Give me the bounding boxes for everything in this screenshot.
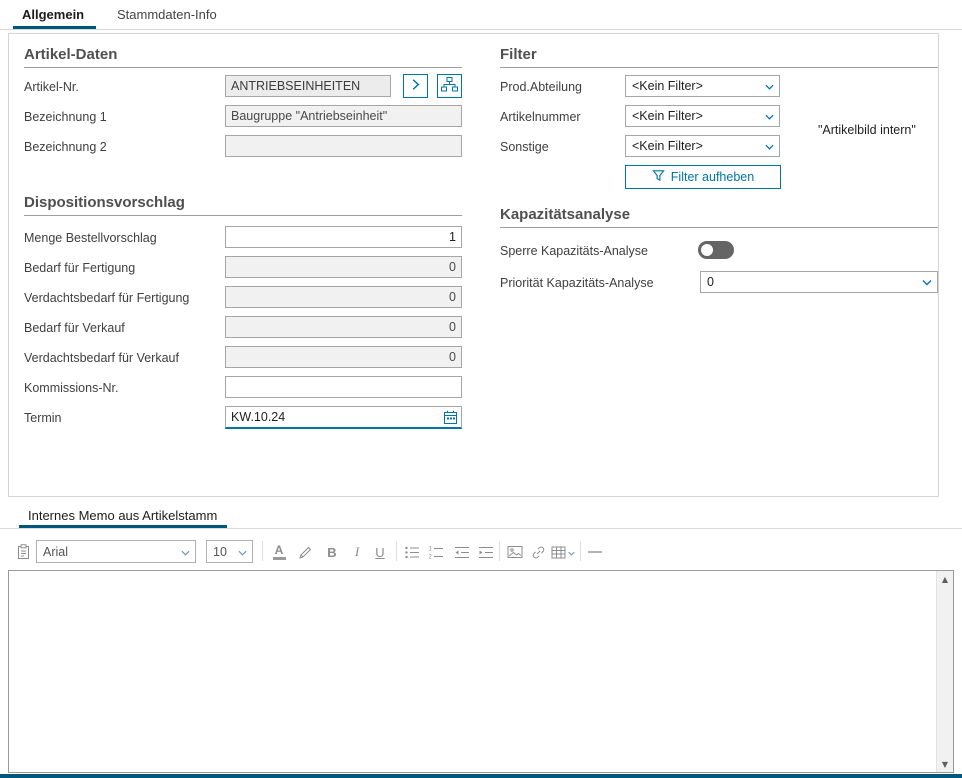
font-color-icon[interactable]: A [268,541,290,563]
toolbar-separator [396,541,397,561]
section-title-disposition: Dispositionsvorschlag [24,194,185,211]
section-title-artikel-daten: Artikel-Daten [24,46,117,63]
highlight-pencil-icon[interactable] [294,541,316,563]
application-window: Allgemein Stammdaten-Info Artikel-Daten … [0,0,962,778]
chevron-down-icon [765,109,774,123]
memo-divider [0,528,962,529]
tabbar-divider [0,29,962,30]
bold-icon[interactable]: B [321,541,343,563]
verdachtsbedarf-verkauf-label: Verdachtsbedarf für Verkauf [24,351,179,365]
bedarf-fertigung-label: Bedarf für Fertigung [24,261,135,275]
prod-abteilung-select[interactable]: <Kein Filter> [625,75,780,97]
horizontal-rule-icon[interactable] [584,541,606,563]
section-rule [500,67,938,68]
bedarf-verkauf-input[interactable] [225,316,462,338]
svg-text:1: 1 [429,546,433,552]
section-title-kapazitaet: Kapazitätsanalyse [500,206,630,223]
prioritaet-value: 0 [707,275,714,289]
section-rule [500,227,938,228]
toolbar-separator [262,541,263,561]
font-size-value: 10 [213,545,227,559]
toolbar-separator [580,541,581,561]
toggle-knob [701,244,713,256]
calendar-icon[interactable] [443,410,458,430]
tab-stammdaten-info[interactable]: Stammdaten-Info [117,7,217,22]
termin-label: Termin [24,411,62,425]
paste-icon[interactable] [12,541,34,563]
bedarf-verkauf-label: Bedarf für Verkauf [24,321,125,335]
chevron-down-icon [238,545,247,559]
verdachtsbedarf-verkauf-input[interactable] [225,346,462,368]
svg-text:2: 2 [429,554,433,560]
artikelnummer-label: Artikelnummer [500,110,581,124]
prod-abteilung-label: Prod.Abteilung [500,80,582,94]
chevron-down-icon [568,543,575,561]
prod-abteilung-value: <Kein Filter> [632,79,703,93]
structure-button[interactable] [437,74,462,98]
font-family-select[interactable]: Arial [36,540,196,563]
toolbar-separator [499,541,500,561]
verdachtsbedarf-fertigung-label: Verdachtsbedarf für Fertigung [24,291,189,305]
memo-editor[interactable] [8,570,954,773]
underline-icon[interactable]: U [369,541,391,563]
scroll-up-arrow[interactable]: ▲ [937,571,953,587]
menge-bestellvorschlag-input[interactable] [225,226,462,248]
artikel-nr-label: Artikel-Nr. [24,80,79,94]
bezeichnung2-input[interactable] [225,135,462,157]
image-icon[interactable] [504,541,526,563]
bedarf-fertigung-input[interactable] [225,256,462,278]
prioritaet-kapazitaets-analyse-label: Priorität Kapazitäts-Analyse [500,276,654,290]
menge-bestellvorschlag-label: Menge Bestellvorschlag [24,231,157,245]
sonstige-select[interactable]: <Kein Filter> [625,135,780,157]
bullet-list-icon[interactable] [401,541,423,563]
artikelnummer-select[interactable]: <Kein Filter> [625,105,780,127]
font-family-value: Arial [43,545,68,559]
filter-aufheben-label: Filter aufheben [671,170,754,184]
sperre-kapazitaets-analyse-label: Sperre Kapazitäts-Analyse [500,244,648,258]
termin-input[interactable] [225,406,462,429]
open-artikel-button[interactable] [403,74,428,98]
table-icon[interactable] [549,541,577,563]
section-rule [24,215,462,216]
sperre-kapazitaets-analyse-toggle[interactable] [698,241,734,259]
tab-allgemein[interactable]: Allgemein [22,7,84,22]
verdachtsbedarf-fertigung-input[interactable] [225,286,462,308]
section-rule [24,67,462,68]
section-title-filter: Filter [500,46,537,63]
font-size-select[interactable]: 10 [206,540,253,563]
outdent-icon[interactable] [451,541,473,563]
chevron-down-icon [765,79,774,93]
tab-internes-memo[interactable]: Internes Memo aus Artikelstamm [28,508,217,523]
kommissions-nr-label: Kommissions-Nr. [24,381,118,395]
funnel-icon [652,169,665,185]
window-bottom-border [0,774,962,778]
filter-aufheben-button[interactable]: Filter aufheben [625,165,781,189]
chevron-right-icon [409,78,422,94]
artikelnummer-value: <Kein Filter> [632,109,703,123]
sonstige-label: Sonstige [500,140,549,154]
indent-icon[interactable] [475,541,497,563]
kommissions-nr-input[interactable] [225,376,462,398]
artikelbild-caption: "Artikelbild intern" [818,123,916,137]
main-panel [8,33,939,497]
sonstige-value: <Kein Filter> [632,139,703,153]
memo-scrollbar[interactable]: ▲ ▼ [936,571,953,772]
chevron-down-icon [765,139,774,153]
artikel-nr-input[interactable] [225,75,391,97]
chevron-down-icon [181,545,190,559]
org-chart-icon [441,77,458,95]
numbered-list-icon[interactable]: 1 2 [425,541,447,563]
prioritaet-kapazitaets-analyse-select[interactable]: 0 [700,271,938,293]
bezeichnung1-input[interactable] [225,105,462,127]
chevron-down-icon [922,275,932,289]
bezeichnung1-label: Bezeichnung 1 [24,110,107,124]
italic-icon[interactable]: I [346,541,368,563]
bezeichnung2-label: Bezeichnung 2 [24,140,107,154]
link-icon[interactable] [527,541,549,563]
scroll-down-arrow[interactable]: ▼ [937,756,953,772]
